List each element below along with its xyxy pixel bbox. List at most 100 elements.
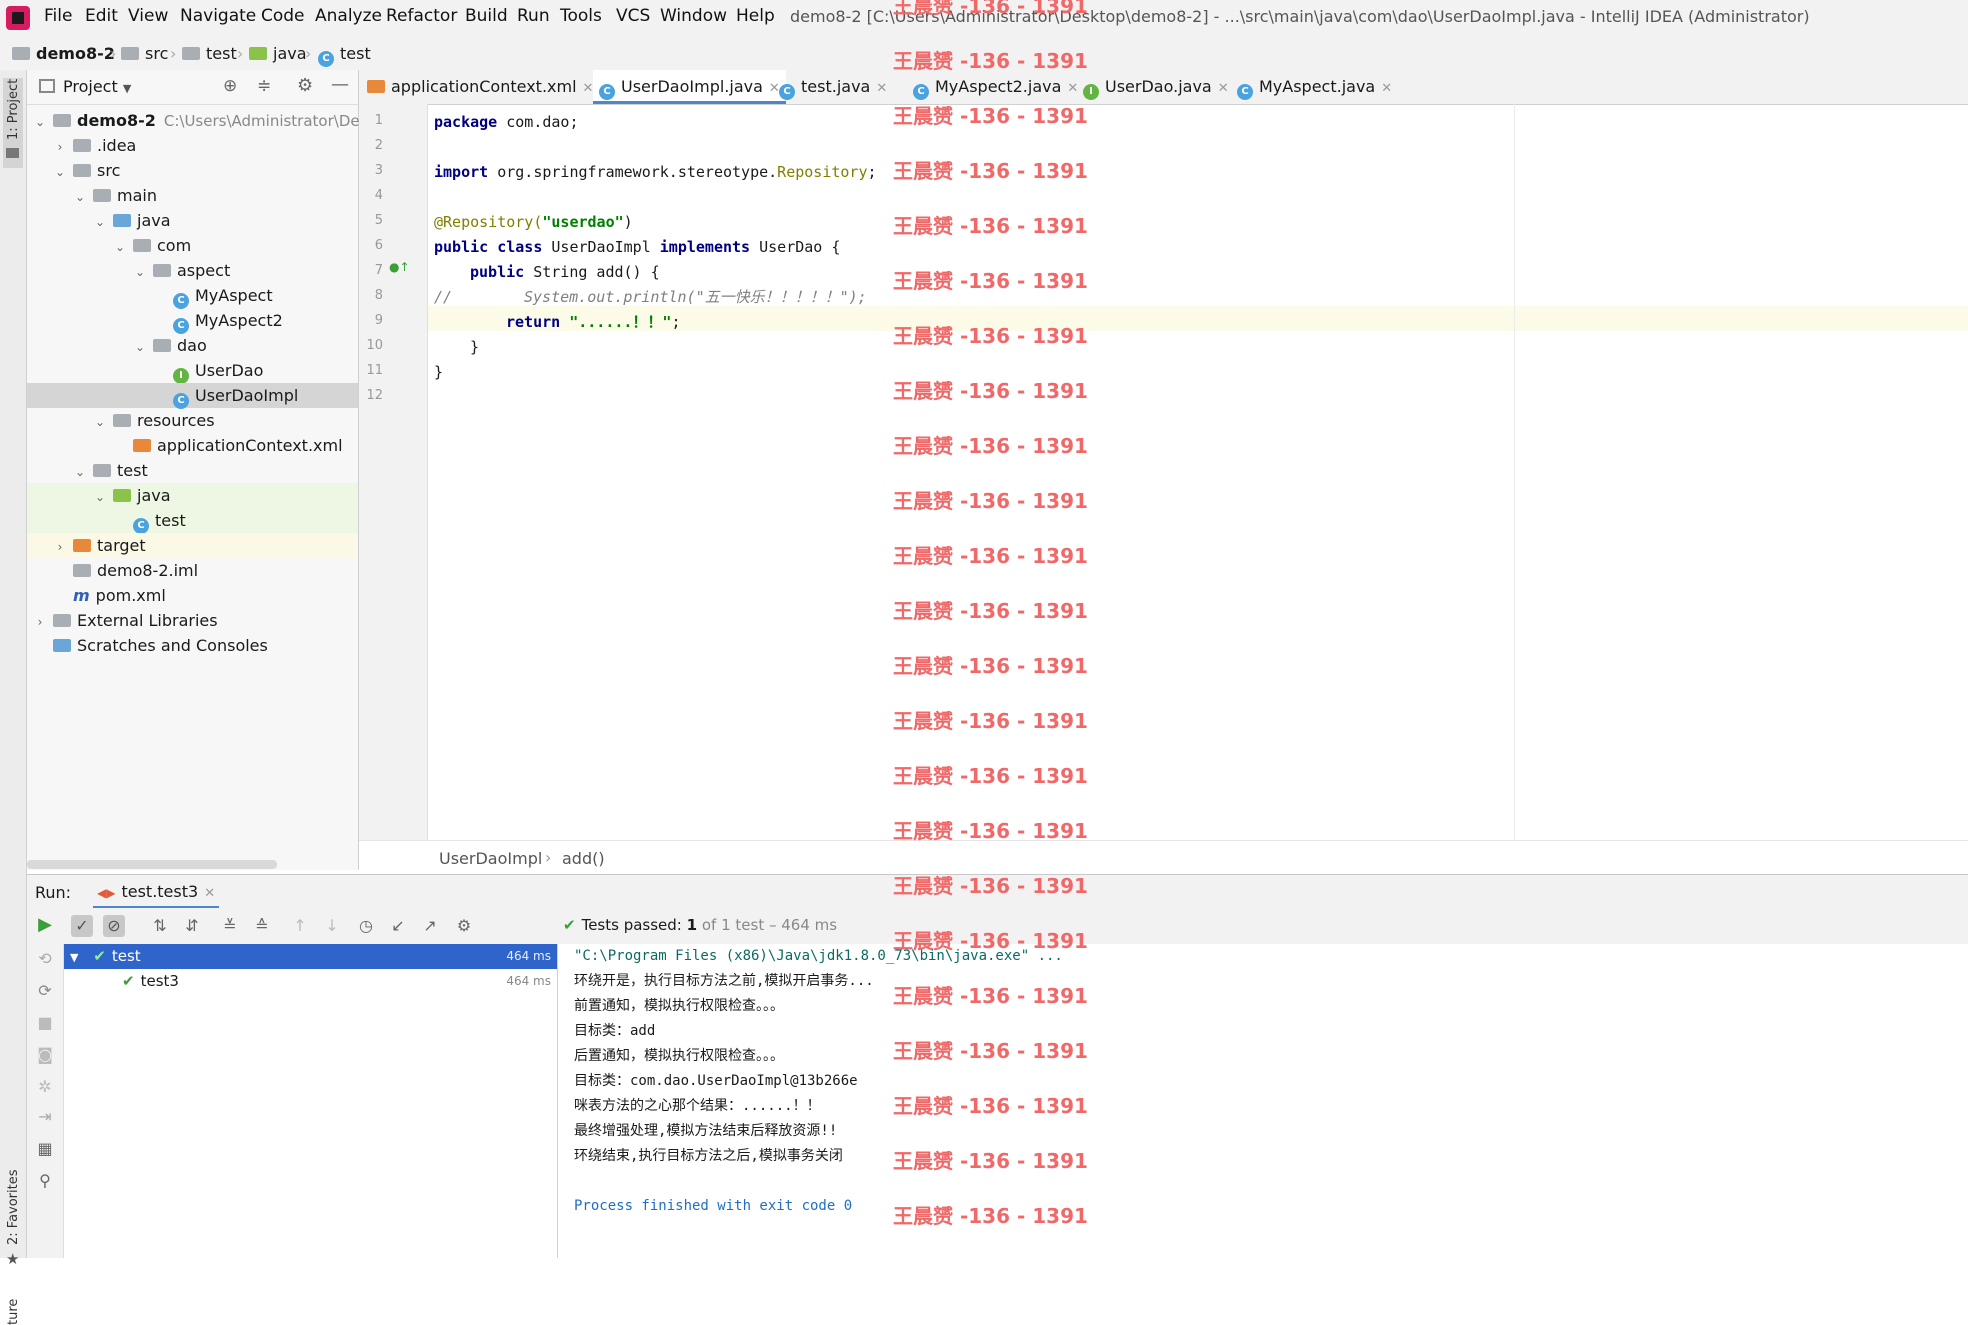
tree-item[interactable]: ⌄ aspect	[27, 258, 358, 283]
tree-item[interactable]: › .idea	[27, 133, 358, 158]
tree-item[interactable]: ⌄ com	[27, 233, 358, 258]
gear-icon[interactable]: ⚙	[297, 75, 313, 96]
pin-icon[interactable]: ⚲	[34, 1170, 56, 1192]
code-editor[interactable]: package com.dao; import org.springframew…	[428, 104, 1968, 840]
favorites-tool-label[interactable]: 2: Favorites	[6, 1169, 21, 1245]
stop-icon[interactable]: ■	[34, 1012, 56, 1034]
close-icon[interactable]: ✕	[1218, 81, 1229, 96]
crumb-src[interactable]: src	[121, 44, 168, 63]
implements-marker-icon[interactable]: ●↑	[389, 260, 410, 274]
close-icon[interactable]: ✕	[876, 81, 887, 96]
run-tab[interactable]: ◀▶ test.test3 ✕	[93, 875, 220, 909]
tree-item[interactable]: m pom.xml	[27, 583, 358, 608]
chevron-right-icon[interactable]: ›	[33, 610, 47, 635]
menu-vcs[interactable]: VCS	[616, 6, 650, 26]
menu-analyze[interactable]: Analyze	[315, 6, 382, 26]
show-ignored-icon[interactable]: ⊘	[103, 915, 125, 937]
tree-item[interactable]: applicationContext.xml	[27, 433, 358, 458]
menu-file[interactable]: File	[44, 6, 72, 26]
tree-item[interactable]: demo8-2.iml	[27, 558, 358, 583]
menu-navigate[interactable]: Navigate	[180, 6, 256, 26]
tree-item[interactable]: ⌄ test	[27, 458, 358, 483]
menu-build[interactable]: Build	[465, 6, 508, 26]
editor-tab[interactable]: I UserDao.java ✕	[1077, 70, 1235, 104]
tree-item[interactable]: ⌄ demo8-2 C:\Users\Administrator\Des	[27, 108, 367, 135]
project-view-selector[interactable]: Project ▼	[63, 77, 131, 96]
menu-tools[interactable]: Tools	[560, 6, 602, 26]
menu-help[interactable]: Help	[736, 6, 775, 26]
locate-icon[interactable]: ⊕	[223, 76, 237, 96]
chevron-down-icon[interactable]: ⌄	[93, 210, 107, 235]
tree-item[interactable]: I UserDao	[27, 358, 358, 384]
chevron-down-icon[interactable]: ⌄	[73, 460, 87, 485]
crumb-method[interactable]: add()	[562, 849, 605, 868]
crumb-java[interactable]: java	[249, 44, 307, 63]
chevron-down-icon[interactable]: ⌄	[53, 160, 67, 185]
collapse-all-icon[interactable]: ≙	[251, 915, 273, 937]
chevron-down-icon[interactable]: ⌄	[93, 485, 107, 510]
chevron-down-icon[interactable]: ⌄	[33, 110, 47, 135]
next-failed-icon[interactable]: ↓	[321, 915, 343, 937]
project-tool-label[interactable]: 1: Project	[6, 79, 21, 140]
close-icon[interactable]: ✕	[1381, 81, 1392, 96]
chevron-down-icon[interactable]: ⌄	[113, 235, 127, 260]
menu-edit[interactable]: Edit	[85, 6, 118, 26]
camera-icon[interactable]: ◙	[34, 1044, 56, 1066]
tree-item[interactable]: ⌄ main	[27, 183, 358, 208]
chevron-down-icon[interactable]: ⌄	[73, 185, 87, 210]
tree-item[interactable]: › External Libraries	[27, 608, 358, 633]
crumb-test[interactable]: test	[182, 44, 237, 63]
debug-icon[interactable]: ✲	[34, 1076, 56, 1098]
toggle-auto-test-icon[interactable]: ⟳	[34, 980, 56, 1002]
close-icon[interactable]: ✕	[583, 81, 594, 96]
chevron-right-icon[interactable]: ›	[53, 535, 67, 560]
crumb-test-class[interactable]: Ctest	[318, 44, 371, 67]
rerun-icon[interactable]: ▶	[34, 914, 56, 936]
show-passed-icon[interactable]: ✓	[71, 915, 93, 937]
menu-view[interactable]: View	[128, 6, 168, 26]
previous-failed-icon[interactable]: ↑	[289, 915, 311, 937]
editor-tab[interactable]: C UserDaoImpl.java ✕	[593, 70, 786, 104]
tree-item[interactable]: Ctest	[27, 508, 358, 534]
tree-item[interactable]: ⌄ dao	[27, 333, 358, 358]
editor-tab[interactable]: applicationContext.xml ✕	[361, 70, 599, 104]
exit-icon[interactable]: ⇥	[34, 1106, 56, 1128]
tree-item[interactable]: ⌄ java	[27, 208, 358, 233]
tree-item[interactable]: ⌄ resources	[27, 408, 358, 433]
menu-window[interactable]: Window	[660, 6, 727, 26]
chevron-down-icon[interactable]: ⌄	[133, 335, 147, 360]
test-suite-row[interactable]: ▼ ✔ test 464 ms	[64, 944, 557, 969]
editor-tab[interactable]: C MyAspect.java ✕	[1231, 70, 1398, 104]
menu-code[interactable]: Code	[261, 6, 305, 26]
editor-tab[interactable]: Ctest.java ✕	[773, 70, 893, 104]
expand-all-icon[interactable]: ≚	[219, 915, 241, 937]
console-output[interactable]: "C:\Program Files (x86)\Java\jdk1.8.0_73…	[558, 944, 1968, 1258]
tree-item[interactable]: ⌄ src	[27, 158, 358, 183]
export-tests-icon[interactable]: ↗	[419, 915, 441, 937]
menu-run[interactable]: Run	[517, 6, 550, 26]
sort-duration-icon[interactable]: ⇵	[181, 915, 203, 937]
sort-alpha-icon[interactable]: ⇅	[149, 915, 171, 937]
chevron-down-icon[interactable]: ⌄	[93, 410, 107, 435]
test-case-row[interactable]: ✔ test3 464 ms	[64, 969, 557, 994]
tree-item[interactable]: C MyAspect2	[27, 308, 358, 334]
structure-tool-label[interactable]: ture	[6, 1299, 21, 1325]
chevron-down-icon[interactable]: ⌄	[133, 260, 147, 285]
layout-icon[interactable]: ▦	[34, 1138, 56, 1160]
history-icon[interactable]: ◷	[355, 915, 377, 937]
tree-item[interactable]: ⌄ java	[27, 483, 358, 508]
tree-item[interactable]: Scratches and Consoles	[27, 633, 358, 658]
rerun-failed-icon[interactable]: ⟲	[34, 948, 56, 970]
crumb-class[interactable]: UserDaoImpl	[439, 849, 542, 868]
gear-icon[interactable]: ⚙	[453, 915, 475, 937]
tree-item[interactable]: C UserDaoImpl	[27, 383, 358, 409]
tree-item[interactable]: C MyAspect	[27, 283, 358, 309]
chevron-right-icon[interactable]: ›	[53, 135, 67, 160]
menu-refactor[interactable]: Refactor	[386, 6, 457, 26]
tree-item[interactable]: › target	[27, 533, 358, 558]
editor-tab[interactable]: C MyAspect2.java ✕	[907, 70, 1084, 104]
hide-panel-icon[interactable]: —	[331, 74, 349, 95]
close-icon[interactable]: ✕	[204, 886, 215, 901]
import-tests-icon[interactable]: ↙	[387, 915, 409, 937]
collapse-all-icon[interactable]: ≑	[257, 76, 271, 96]
